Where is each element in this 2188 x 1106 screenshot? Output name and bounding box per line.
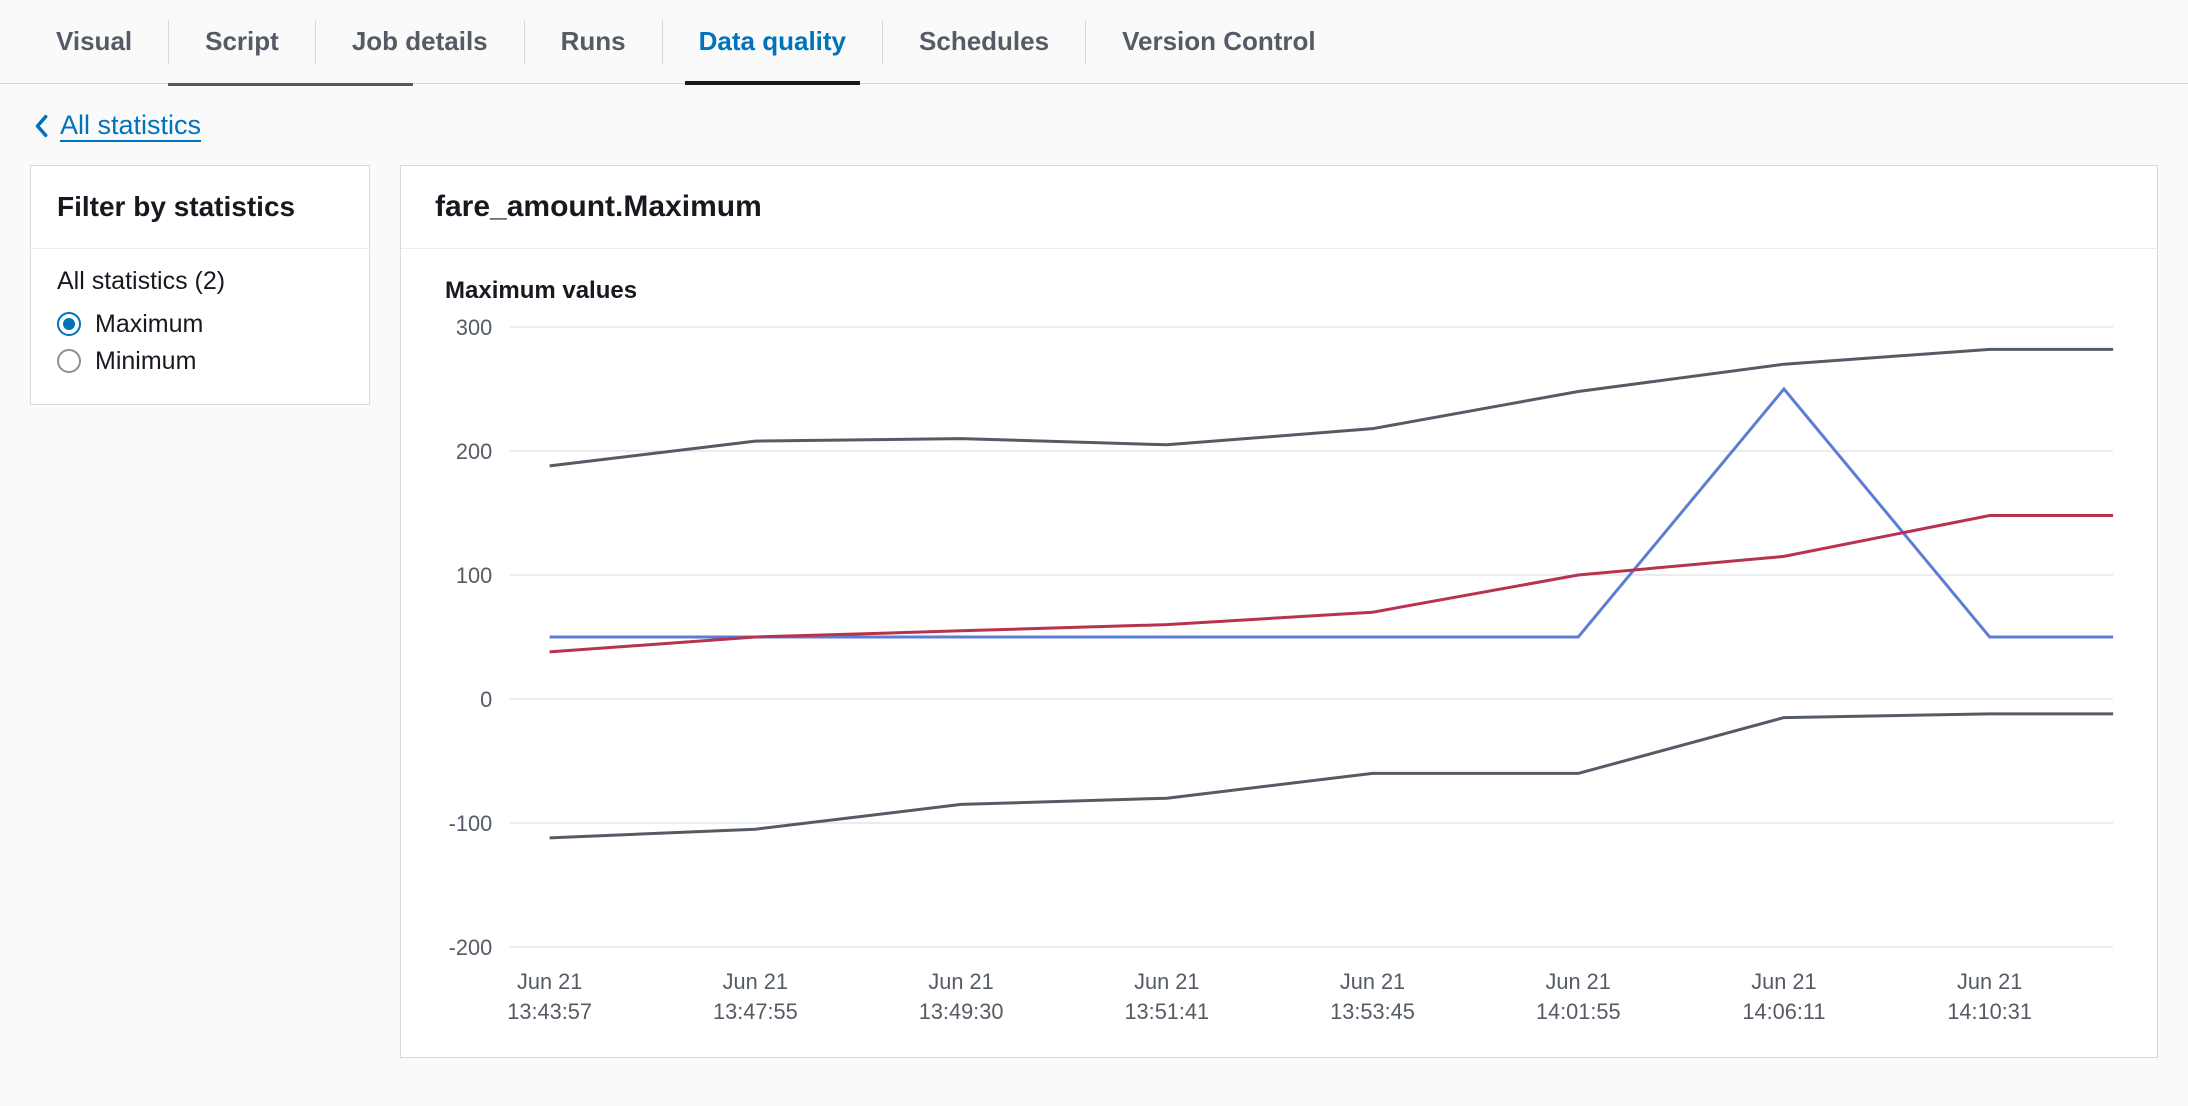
filter-option-label: Maximum	[95, 310, 203, 339]
y-tick-label: 0	[480, 687, 492, 712]
chart-panel-header: fare_amount.Maximum	[401, 166, 2157, 249]
x-tick-label-time: 13:53:45	[1330, 999, 1415, 1024]
x-tick-label-time: 14:10:31	[1947, 999, 2032, 1024]
chevron-left-icon[interactable]	[34, 114, 48, 138]
x-tick-label-date: Jun 21	[1957, 969, 2022, 994]
series-upper-bound	[550, 349, 2113, 466]
y-tick-label: 200	[456, 439, 492, 464]
chart-panel: fare_amount.Maximum Maximum values -200-…	[400, 165, 2158, 1058]
filter-panel: Filter by statistics All statistics (2) …	[30, 165, 370, 405]
y-tick-label: 300	[456, 317, 492, 340]
radio-icon	[57, 312, 81, 336]
tab-version-control[interactable]: Version Control	[1086, 0, 1352, 83]
x-tick-label-date: Jun 21	[1134, 969, 1199, 994]
y-tick-label: -100	[449, 811, 493, 836]
y-tick-label: -200	[449, 935, 493, 960]
chart-title: fare_amount.Maximum	[435, 190, 2123, 224]
x-tick-label-time: 13:47:55	[713, 999, 798, 1024]
content-row: Filter by statistics All statistics (2) …	[0, 151, 2188, 1088]
chart-panel-body: Maximum values -200 -100 0 100 200 300 Jun 21 1…	[401, 249, 2157, 1057]
x-tick-label-date: Jun 21	[928, 969, 993, 994]
tab-runs[interactable]: Runs	[525, 0, 662, 83]
x-tick-label-date: Jun 21	[1546, 969, 1611, 994]
y-tick-label: 100	[456, 563, 492, 588]
chart-plot: -200 -100 0 100 200 300 Jun 21 13:43:57 Jun 21 13…	[421, 317, 2123, 1037]
x-tick-label-date: Jun 21	[1751, 969, 1816, 994]
tab-data-quality[interactable]: Data quality	[663, 0, 882, 83]
series-value	[550, 389, 2113, 637]
series-trend	[550, 515, 2113, 651]
filter-panel-body: All statistics (2) Maximum Minimum	[31, 249, 369, 404]
x-tick-label-time: 14:06:11	[1742, 999, 1825, 1024]
breadcrumb-all-statistics[interactable]: All statistics	[60, 110, 201, 141]
filter-option-minimum[interactable]: Minimum	[57, 343, 343, 380]
filter-panel-title: Filter by statistics	[31, 166, 369, 249]
tab-schedules[interactable]: Schedules	[883, 0, 1085, 83]
x-tick-label-time: 13:51:41	[1124, 999, 1209, 1024]
breadcrumb: All statistics	[0, 86, 2188, 151]
tab-bar: VisualScriptJob detailsRunsData qualityS…	[0, 0, 2188, 84]
x-tick-label-time: 13:49:30	[919, 999, 1004, 1024]
x-tick-label-date: Jun 21	[723, 969, 788, 994]
x-tick-label-date: Jun 21	[517, 969, 582, 994]
filter-option-label: Minimum	[95, 347, 196, 376]
x-tick-label-time: 13:43:57	[507, 999, 592, 1024]
tab-visual[interactable]: Visual	[20, 0, 168, 83]
filter-option-maximum[interactable]: Maximum	[57, 306, 343, 343]
series-lower-bound	[550, 714, 2113, 838]
tab-job-details[interactable]: Job details	[316, 0, 524, 83]
filter-count-label: All statistics (2)	[57, 267, 343, 296]
tab-script[interactable]: Script	[169, 0, 315, 83]
radio-icon	[57, 349, 81, 373]
x-tick-label-date: Jun 21	[1340, 969, 1405, 994]
x-tick-label-time: 14:01:55	[1536, 999, 1621, 1024]
chart-subtitle: Maximum values	[445, 277, 2123, 305]
